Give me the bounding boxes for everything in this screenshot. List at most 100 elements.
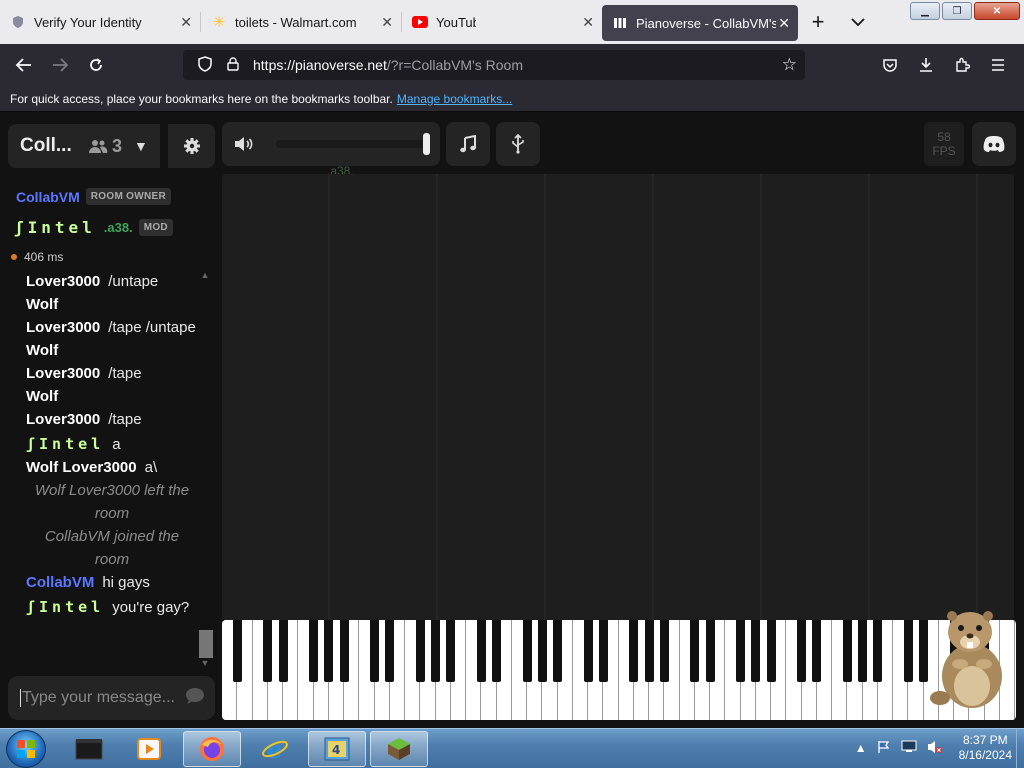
black-key[interactable] bbox=[309, 620, 318, 682]
black-key[interactable] bbox=[736, 620, 745, 682]
black-key[interactable] bbox=[690, 620, 700, 682]
black-key[interactable] bbox=[766, 620, 776, 682]
black-key[interactable] bbox=[370, 620, 379, 682]
black-key[interactable] bbox=[385, 620, 395, 682]
close-tab-icon[interactable]: ✕ bbox=[180, 14, 192, 31]
scroll-down-arrow-icon[interactable]: ▼ bbox=[198, 658, 212, 668]
chat-message: Wolf bbox=[26, 385, 198, 408]
black-key[interactable] bbox=[919, 620, 928, 682]
black-key[interactable] bbox=[598, 620, 608, 682]
black-key[interactable] bbox=[339, 620, 349, 682]
minimize-button[interactable]: ▁ bbox=[910, 2, 940, 20]
black-key[interactable] bbox=[751, 620, 761, 682]
scroll-up-arrow-icon[interactable]: ▲ bbox=[198, 270, 212, 280]
black-key[interactable] bbox=[842, 620, 852, 682]
black-key[interactable] bbox=[232, 620, 242, 682]
close-tab-icon[interactable]: ✕ bbox=[381, 14, 393, 31]
media-player-icon[interactable] bbox=[120, 731, 178, 767]
chat-message: Wolf bbox=[26, 293, 198, 316]
black-key[interactable] bbox=[476, 620, 486, 682]
forward-button[interactable] bbox=[42, 49, 78, 81]
downloads-button[interactable] bbox=[908, 49, 944, 81]
firefox-icon[interactable] bbox=[183, 731, 241, 767]
back-button[interactable] bbox=[6, 49, 42, 81]
show-desktop-button[interactable] bbox=[1016, 729, 1024, 768]
black-key[interactable] bbox=[583, 620, 593, 682]
extensions-button[interactable] bbox=[944, 49, 980, 81]
chat-input[interactable]: Type your message... bbox=[8, 676, 215, 720]
internet-explorer-icon[interactable]: e bbox=[246, 731, 304, 767]
start-button[interactable] bbox=[6, 730, 46, 768]
black-key[interactable] bbox=[873, 620, 883, 682]
action-center-flag-icon[interactable] bbox=[877, 740, 891, 757]
close-tab-icon[interactable]: ✕ bbox=[778, 15, 790, 32]
black-key[interactable] bbox=[446, 620, 456, 682]
show-hidden-icons-arrow[interactable]: ▲ bbox=[855, 741, 867, 755]
black-key[interactable] bbox=[537, 620, 547, 682]
scrollbar-thumb[interactable] bbox=[199, 630, 213, 658]
black-key[interactable] bbox=[431, 620, 440, 682]
user-entry-owner[interactable]: CollabVM ROOM OWNER bbox=[16, 188, 171, 205]
tab-pianoverse[interactable]: Pianoverse - CollabVM's Room ✕ bbox=[602, 5, 798, 41]
mod-badge: MOD bbox=[138, 219, 173, 236]
black-key[interactable] bbox=[797, 620, 806, 682]
black-key[interactable] bbox=[659, 620, 669, 682]
black-key[interactable] bbox=[278, 620, 288, 682]
black-key[interactable] bbox=[553, 620, 562, 682]
black-key[interactable] bbox=[644, 620, 654, 682]
fps-value: 58 bbox=[937, 130, 951, 144]
black-key[interactable] bbox=[903, 620, 913, 682]
black-key[interactable] bbox=[629, 620, 639, 682]
close-window-button[interactable]: ✕ bbox=[974, 2, 1020, 20]
bookmark-star-icon[interactable]: ☆ bbox=[782, 55, 797, 75]
reload-icon bbox=[90, 58, 102, 71]
settings-button[interactable] bbox=[169, 124, 215, 168]
svg-text:e: e bbox=[267, 735, 282, 763]
volume-control[interactable] bbox=[222, 122, 440, 166]
speaker-icon[interactable] bbox=[234, 136, 254, 152]
users-icon bbox=[89, 139, 108, 153]
winrar-icon[interactable]: 4 bbox=[308, 731, 366, 767]
divider bbox=[160, 124, 168, 168]
list-all-tabs-button[interactable] bbox=[838, 2, 878, 42]
restore-button[interactable]: ❐ bbox=[942, 2, 972, 20]
manage-bookmarks-link[interactable]: Manage bookmarks... bbox=[397, 92, 512, 106]
black-key[interactable] bbox=[324, 620, 334, 682]
reload-button[interactable] bbox=[78, 49, 114, 81]
volume-slider[interactable] bbox=[276, 133, 430, 155]
black-key[interactable] bbox=[263, 620, 273, 682]
minecraft-icon[interactable] bbox=[370, 731, 428, 767]
user-entry-mod[interactable]: ʃIntel .a38. MOD bbox=[14, 218, 173, 237]
black-key[interactable] bbox=[522, 620, 532, 682]
volume-tray-icon[interactable] bbox=[927, 740, 943, 757]
send-message-icon[interactable] bbox=[185, 687, 205, 710]
pocket-button[interactable] bbox=[872, 49, 908, 81]
taskbar-window-icon[interactable] bbox=[60, 731, 118, 767]
lock-icon[interactable] bbox=[219, 56, 247, 74]
address-bar[interactable]: https://pianoverse.net/?r=CollabVM's Roo… bbox=[183, 50, 805, 80]
midi-button[interactable] bbox=[496, 122, 540, 166]
chat-scrollbar[interactable]: ▲ ▼ bbox=[198, 270, 213, 668]
piano-keyboard[interactable] bbox=[222, 620, 1016, 720]
black-key[interactable] bbox=[858, 620, 867, 682]
clock[interactable]: 8:37 PM 8/16/2024 bbox=[959, 733, 1012, 763]
tab-youtube[interactable]: YouTube ✕ bbox=[402, 2, 602, 42]
volume-slider-handle[interactable] bbox=[423, 133, 430, 155]
app-menu-button[interactable] bbox=[980, 49, 1016, 81]
network-icon[interactable] bbox=[901, 740, 917, 756]
black-key[interactable] bbox=[812, 620, 822, 682]
black-key[interactable] bbox=[492, 620, 501, 682]
discord-button[interactable] bbox=[972, 122, 1016, 166]
tracking-protection-icon[interactable] bbox=[191, 55, 219, 75]
chat-message: Lover3000/tape /untape bbox=[26, 316, 198, 339]
new-tab-button[interactable]: + bbox=[798, 2, 838, 42]
black-key[interactable] bbox=[705, 620, 715, 682]
tab-walmart[interactable]: ✳ toilets - Walmart.com ✕ bbox=[201, 2, 401, 42]
message-author: Lover3000 bbox=[26, 411, 101, 428]
black-key[interactable] bbox=[415, 620, 425, 682]
instrument-button[interactable] bbox=[446, 122, 490, 166]
tab-verify-identity[interactable]: Verify Your Identity ✕ bbox=[0, 2, 200, 42]
room-selector[interactable]: Coll... 3 ▼ bbox=[8, 124, 215, 168]
chevron-down-icon bbox=[851, 17, 865, 26]
close-tab-icon[interactable]: ✕ bbox=[582, 14, 594, 31]
